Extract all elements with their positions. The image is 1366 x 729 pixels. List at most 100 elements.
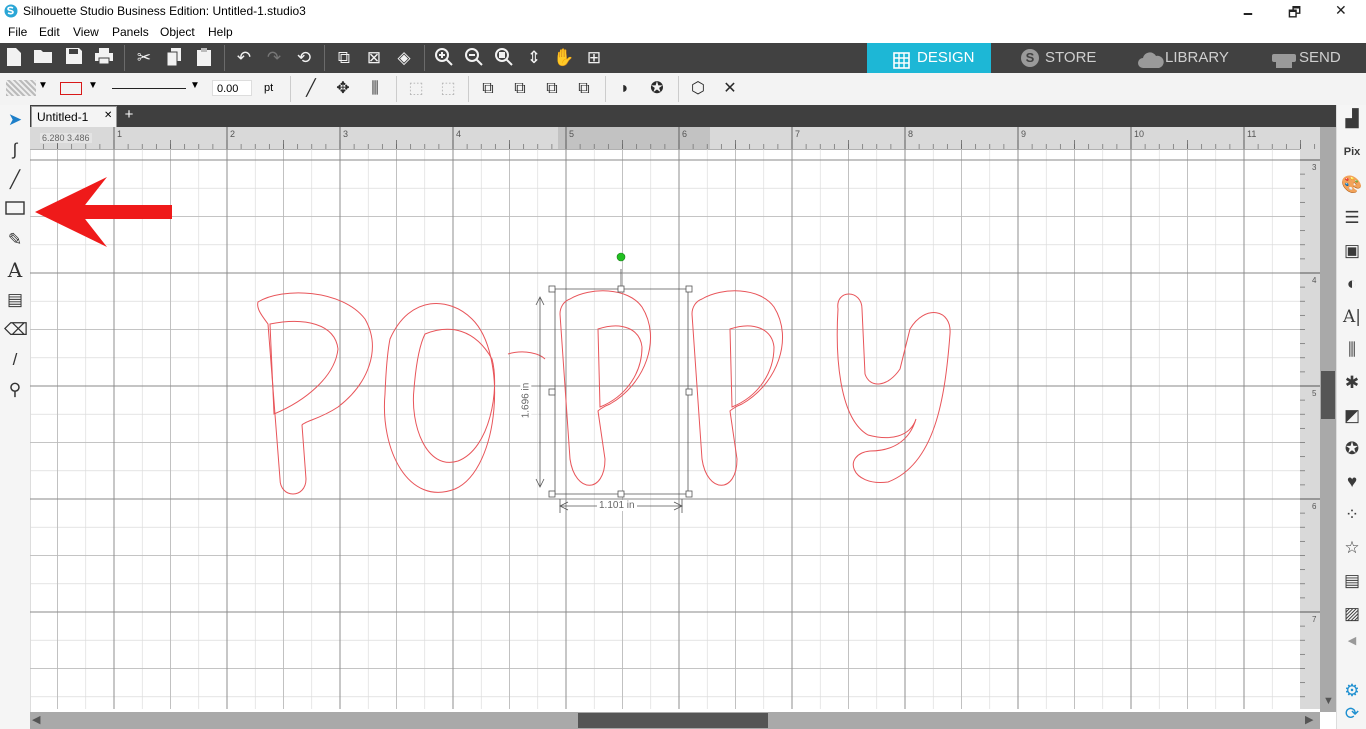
chevron-down-icon[interactable]: ▼ [190,80,200,91]
add-tab-button[interactable]: + [120,106,138,124]
undo-icon[interactable]: ↶ [233,47,255,69]
fill-color-icon[interactable]: 🎨 [1340,173,1364,197]
sketch-icon[interactable]: ⁘ [1340,503,1364,527]
select-all-icon[interactable]: ⧉ [333,47,355,69]
bring-to-front-icon[interactable]: ⧉ [477,78,499,100]
line-color-swatch[interactable] [60,82,82,95]
collapse-panel-icon[interactable]: ◀ [1340,629,1364,653]
bring-forward-icon[interactable]: ⧉ [541,78,563,100]
rectangle-icon[interactable] [4,199,26,221]
refresh-icon[interactable]: ⟳ [1340,702,1364,726]
open-folder-icon[interactable] [33,47,55,69]
chevron-down-icon[interactable]: ▼ [88,80,98,91]
trace-icon[interactable]: ♥ [1340,470,1364,494]
line-tool-icon[interactable]: ╱ [300,78,322,100]
star-badge-icon[interactable]: ✪ [646,78,668,100]
knife-icon[interactable]: / [4,349,26,371]
hand-pan-icon[interactable]: ✋ [553,47,575,69]
eraser-block-icon[interactable]: ▤ [4,289,26,311]
zoom-in-icon[interactable] [433,47,455,69]
document-tab[interactable]: Untitled-1 ✕ [31,106,117,128]
send-to-back-icon[interactable]: ⧉ [509,78,531,100]
tab-design[interactable]: DESIGN [867,43,991,73]
tab-library[interactable]: LIBRARY [1115,43,1239,73]
redraw-icon[interactable]: ⟲ [293,47,315,69]
select-arrow-icon[interactable]: ➤ [4,109,26,131]
settings-icon[interactable]: ⚙ [1340,679,1364,703]
offset-icon[interactable]: ✪ [1340,437,1364,461]
paste-icon[interactable] [193,47,215,69]
h-ruler-label: 2 [230,129,235,139]
point-icon[interactable]: ▨ [1340,602,1364,626]
modify-icon[interactable]: ◩ [1340,404,1364,428]
print-icon[interactable] [93,47,115,69]
scroll-left-icon[interactable]: ◀ [32,713,40,726]
copy-icon[interactable] [163,47,185,69]
pixscan-icon[interactable]: Pix [1340,140,1364,164]
menu-edit[interactable]: Edit [39,25,60,39]
vertical-scrollbar[interactable]: ▼ [1320,127,1336,712]
scroll-right-icon[interactable]: ▶ [1305,713,1313,726]
selection-bounding-box[interactable] [30,149,1300,709]
redo-icon[interactable]: ↷ [263,47,285,69]
menu-help[interactable]: Help [208,25,233,39]
fill-pattern-swatch[interactable] [6,80,36,96]
v-ruler-label: 6 [1312,502,1317,511]
chevron-down-icon[interactable]: ▼ [38,80,48,91]
star-icon[interactable]: ☆ [1340,536,1364,560]
send-backward-icon[interactable]: ⧉ [573,78,595,100]
align-icon[interactable]: ⫼ [1340,338,1364,362]
delete-icon[interactable]: ✕ [719,78,741,100]
text-icon[interactable]: A [4,259,26,281]
close-window-button[interactable]: ✕ [1335,2,1347,19]
menu-panels[interactable]: Panels [112,25,149,39]
tab-send[interactable]: SEND [1239,43,1366,73]
line-width-unit: pt [264,82,274,94]
scroll-down-icon[interactable]: ▼ [1323,695,1334,707]
line-icon[interactable]: ╱ [4,169,26,191]
library-icon[interactable]: ▤ [1340,569,1364,593]
document-tab-strip [30,105,1336,127]
page-setup-icon[interactable]: ▟ [1340,107,1364,131]
eyedropper-icon[interactable]: ⚲ [4,379,26,401]
save-icon[interactable] [63,47,85,69]
rotate-handle[interactable] [616,252,626,262]
group-icon[interactable]: ⬚ [405,78,427,100]
zoom-out-icon[interactable] [463,47,485,69]
half-tone-icon[interactable]: ◐ [1340,272,1364,296]
ungroup-icon[interactable]: ⬚ [437,78,459,100]
line-style-icon[interactable]: ☰ [1340,206,1364,230]
menu-object[interactable]: Object [160,25,195,39]
align-icon[interactable]: ⫼ [364,78,386,100]
bezier-curve-icon[interactable]: ∫ [4,139,26,161]
horizontal-scroll-thumb[interactable] [578,713,768,728]
horizontal-scrollbar[interactable]: ◀ ▶ [30,712,1320,729]
eraser-icon[interactable]: ⌫ [4,319,28,341]
line-style-preview[interactable] [112,88,186,89]
3d-box-icon[interactable]: ⬡ [687,78,709,100]
h-ruler-label: 9 [1021,129,1026,139]
menu-file[interactable]: File [8,25,27,39]
cut-icon[interactable]: ✂ [133,47,155,69]
tab-store[interactable]: S STORE [991,43,1115,73]
zoom-selected-icon[interactable] [493,47,515,69]
new-file-icon[interactable] [3,47,25,69]
h-ruler-label: 10 [1134,129,1144,139]
fit-to-page-icon[interactable]: ⊞ [583,47,605,69]
move-icon[interactable]: ✥ [332,78,354,100]
line-width-field[interactable]: 0.00 [212,80,252,96]
select-by-color-icon[interactable]: ◈ [393,47,415,69]
design-canvas[interactable]: 1.696 in 1.101 in [30,149,1300,709]
menu-view[interactable]: View [73,25,99,39]
weld-icon[interactable]: ◗ [614,78,636,100]
h-ruler-label: 6 [682,129,687,139]
pan-fit-icon[interactable]: ⇕ [523,47,545,69]
pencil-icon[interactable]: ✎ [4,229,26,251]
close-tab-icon[interactable]: ✕ [104,110,112,121]
replicate-icon[interactable]: ✱ [1340,371,1364,395]
deselect-icon[interactable]: ⊠ [363,47,385,69]
h-ruler-label: 7 [795,129,800,139]
layers-icon[interactable]: ▣ [1340,239,1364,263]
vertical-scroll-thumb[interactable] [1321,371,1335,419]
text-style-icon[interactable]: A| [1340,305,1364,329]
